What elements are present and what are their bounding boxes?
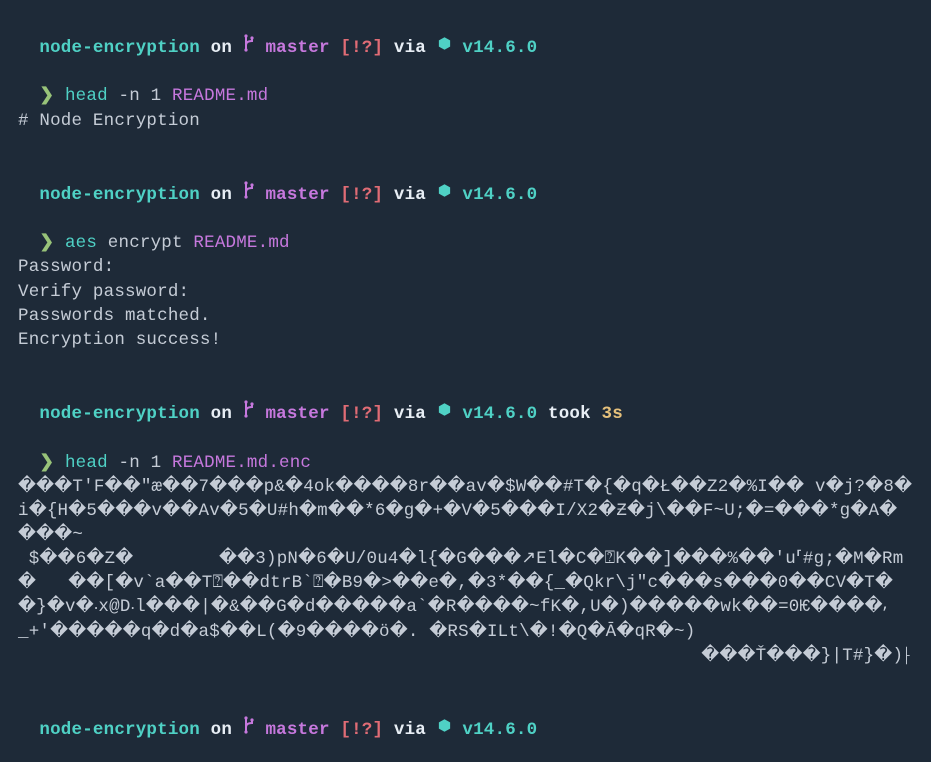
command-args: -n 1 — [119, 86, 162, 106]
output-line: ���Ť���}|T#}�)⸠ — [18, 644, 913, 668]
command-line[interactable]: ❯ — [18, 742, 913, 762]
git-status: [!?] — [340, 720, 383, 740]
node-version: v14.6.0 — [462, 38, 537, 58]
output-line: Verify password: — [18, 280, 913, 304]
prompt-on: on — [211, 720, 232, 740]
node-version: v14.6.0 — [462, 404, 537, 424]
git-branch: master — [265, 38, 329, 58]
command-file: README.md.enc — [172, 453, 311, 473]
node-version: v14.6.0 — [462, 185, 537, 205]
prompt-arrow-icon: ❯ — [39, 233, 54, 253]
git-branch: master — [265, 720, 329, 740]
blank-line — [18, 668, 913, 692]
command-name: head — [65, 86, 108, 106]
blank-line — [18, 133, 913, 157]
prompt-on: on — [211, 404, 232, 424]
prompt-line: node-encryption on master [!?] via v14.6… — [18, 692, 913, 742]
prompt-via: via — [394, 185, 426, 205]
git-status: [!?] — [340, 404, 383, 424]
git-branch-icon — [243, 716, 255, 734]
command-name: head — [65, 453, 108, 473]
command-file: README.md — [172, 86, 268, 106]
output-line: $��6�Z� ��3)pN�6�U/0u4�l{�G���↗El�C�⍰K��… — [18, 547, 913, 619]
prompt-dir: node-encryption — [39, 185, 200, 205]
node-hex-icon — [437, 182, 452, 199]
output-line: Encryption success! — [18, 328, 913, 352]
prompt-took: took — [548, 404, 591, 424]
prompt-dir: node-encryption — [39, 404, 200, 424]
prompt-dir: node-encryption — [39, 38, 200, 58]
node-hex-icon — [437, 35, 452, 52]
prompt-via: via — [394, 38, 426, 58]
git-branch-icon — [243, 34, 255, 52]
blank-line — [18, 352, 913, 376]
command-line[interactable]: ❯ aes encrypt README.md — [18, 207, 913, 255]
git-branch: master — [265, 185, 329, 205]
output-line: _+'�����q�d�a$��L(�9����ö�. �RS�ILt\�!�Q… — [18, 620, 913, 644]
node-hex-icon — [437, 401, 452, 418]
node-version: v14.6.0 — [462, 720, 537, 740]
prompt-on: on — [211, 185, 232, 205]
prompt-duration: 3s — [602, 404, 623, 424]
git-branch: master — [265, 404, 329, 424]
prompt-via: via — [394, 720, 426, 740]
prompt-line: node-encryption on master [!?] via v14.6… — [18, 10, 913, 60]
prompt-on: on — [211, 38, 232, 58]
git-status: [!?] — [340, 185, 383, 205]
command-name: aes — [65, 233, 97, 253]
prompt-arrow-icon: ❯ — [39, 453, 54, 473]
output-line: # Node Encryption — [18, 109, 913, 133]
command-args: -n 1 — [119, 453, 162, 473]
output-line: Passwords matched. — [18, 304, 913, 328]
git-status: [!?] — [340, 38, 383, 58]
output-line: Password: — [18, 255, 913, 279]
command-line[interactable]: ❯ head -n 1 README.md — [18, 60, 913, 108]
command-line[interactable]: ❯ head -n 1 README.md.enc — [18, 426, 913, 474]
prompt-dir: node-encryption — [39, 720, 200, 740]
git-branch-icon — [243, 400, 255, 418]
git-branch-icon — [243, 181, 255, 199]
prompt-line: node-encryption on master [!?] via v14.6… — [18, 157, 913, 207]
command-args: encrypt — [108, 233, 183, 253]
command-file: README.md — [193, 233, 289, 253]
node-hex-icon — [437, 717, 452, 734]
output-line: ���T'F��"æ��7���p&�4ok����8r��av�$W��#T�… — [18, 475, 913, 547]
prompt-line: node-encryption on master [!?] via v14.6… — [18, 376, 913, 426]
prompt-arrow-icon: ❯ — [39, 86, 54, 106]
prompt-via: via — [394, 404, 426, 424]
